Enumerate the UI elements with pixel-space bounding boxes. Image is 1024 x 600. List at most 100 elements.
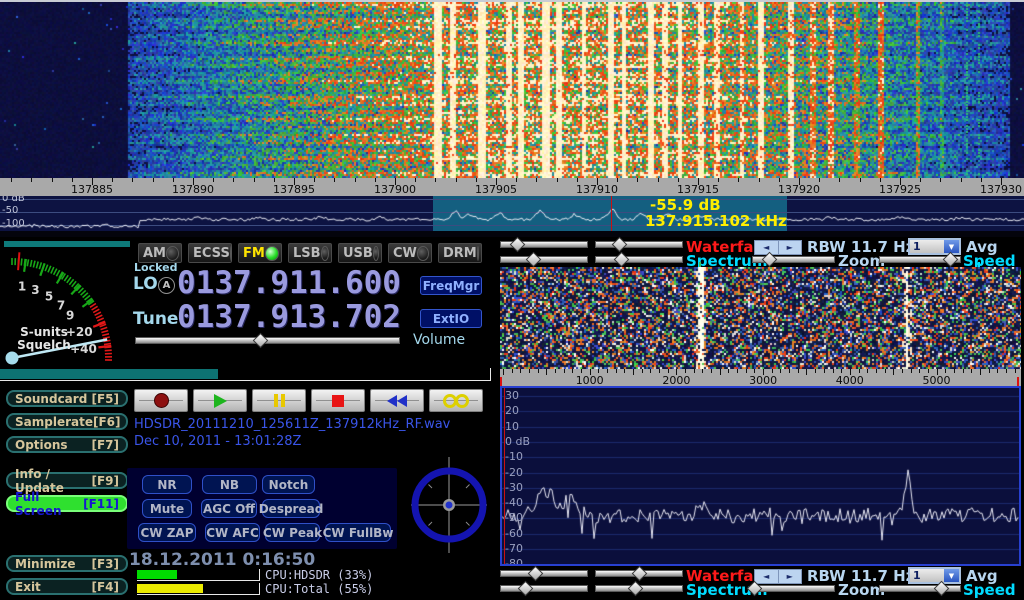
scale-tick	[668, 369, 669, 373]
zoom2-slider[interactable]	[752, 583, 835, 594]
mode-ecss-button[interactable]: ECSS	[187, 242, 233, 264]
stop-button[interactable]	[311, 389, 365, 412]
wav-filename: HDSDR_20111210_125611Z_137912kHz_RF.wav	[134, 417, 450, 432]
lo-auto-badge[interactable]: A	[158, 277, 175, 294]
zoom-slider[interactable]	[752, 254, 835, 265]
mode-usb-button[interactable]: USB	[337, 242, 383, 264]
scale-tick	[989, 369, 990, 373]
tune-frequency-display[interactable]: 0137.913.702	[177, 302, 401, 333]
record-button[interactable]	[134, 389, 188, 412]
lo-frequency-display[interactable]: 0137.911.600	[177, 268, 401, 299]
waterfall-brightness-slider[interactable]	[500, 239, 588, 250]
scale-tick	[314, 178, 315, 182]
main-frequency-scale[interactable]: 1378851378901378951379001379051379101379…	[0, 178, 1024, 196]
button-label: Exit	[15, 580, 41, 594]
extio-button[interactable]: ExtIO	[420, 309, 482, 328]
audio-waterfall-display[interactable]	[500, 267, 1021, 369]
scale-tick	[954, 369, 955, 373]
scale-tick	[564, 369, 565, 373]
scale-tick	[112, 178, 113, 182]
notch-button[interactable]: Notch	[262, 475, 315, 494]
minimize-button[interactable]: Minimize [F3]	[6, 555, 128, 572]
scale-tick	[616, 369, 617, 373]
scale-tick	[718, 178, 719, 182]
s-meter[interactable]: 13579+20+40S-unitsSquelch	[0, 246, 130, 378]
spectrum-contrast-slider[interactable]	[595, 254, 683, 265]
scale-tick	[839, 178, 840, 182]
waterfall-contrast-slider[interactable]	[595, 239, 683, 250]
lo-label: LO	[133, 274, 158, 294]
avg2-select[interactable]: 1 ▼	[908, 567, 961, 584]
svg-text:7: 7	[57, 298, 65, 312]
scale-tick	[841, 369, 842, 373]
spectrum2-contrast-slider[interactable]	[595, 583, 683, 594]
scale-tick	[536, 178, 537, 182]
scale-tick	[572, 369, 573, 373]
scale-tick	[233, 178, 234, 182]
play-button[interactable]	[193, 389, 247, 412]
spinner-right-arrow-icon[interactable]: ►	[778, 570, 802, 583]
scale-tick	[728, 369, 729, 373]
soundcard-button[interactable]: Soundcard [F5]	[6, 390, 128, 407]
audio-spectrum-display[interactable]: 3020100 dB-10-20-30-40-50-60-70-80	[500, 386, 1021, 566]
spinner-right-arrow-icon[interactable]: ►	[778, 241, 802, 254]
scale-tick	[911, 369, 912, 373]
scale-tick	[779, 178, 780, 182]
nr-button[interactable]: NR	[142, 475, 192, 494]
rewind-button[interactable]	[370, 389, 424, 412]
cw-peak-button[interactable]: CW Peak	[265, 523, 320, 542]
scale-tick	[546, 369, 547, 375]
svg-text:3: 3	[31, 283, 39, 297]
volume-slider[interactable]	[135, 335, 400, 346]
spectrum-brightness-slider[interactable]	[500, 254, 588, 265]
avg-select[interactable]: 1 ▼	[908, 238, 961, 255]
info-update-button[interactable]: Info / Update [F9]	[6, 472, 128, 489]
pause-button[interactable]	[252, 389, 306, 412]
cw-afc-button[interactable]: CW AFC	[205, 523, 260, 542]
audio-spectrum-canvas	[502, 388, 1019, 564]
scale-tick	[711, 369, 712, 373]
scale-tick	[815, 369, 816, 373]
speed-slider[interactable]	[879, 254, 961, 265]
scale-tick	[557, 178, 558, 182]
cw-zap-button[interactable]: CW ZAP	[138, 523, 196, 542]
scale-tick	[274, 178, 275, 182]
mute-button[interactable]: Mute	[142, 499, 192, 518]
phase-indicator: Phase 0	[409, 455, 489, 555]
scale-tick	[617, 178, 618, 182]
level-bar[interactable]	[0, 368, 491, 381]
scale-tick	[213, 178, 214, 182]
waterfall2-brightness-slider[interactable]	[500, 568, 588, 579]
scale-tick-label: 137915	[677, 183, 719, 196]
samplerate-button[interactable]: Samplerate [F6]	[6, 413, 128, 430]
agc-button[interactable]: AGC Off	[201, 499, 257, 518]
nb-button[interactable]: NB	[202, 475, 257, 494]
scale-tick	[940, 178, 941, 182]
mode-drm-button[interactable]: DRM	[437, 242, 483, 264]
main-spectrum-strip[interactable]: -55.9 dB 137.915.102 kHz 0 dB-50-100	[0, 196, 1024, 231]
slider-thumb[interactable]	[252, 333, 268, 349]
scale-tick-label: 137885	[71, 183, 113, 196]
speed2-slider[interactable]	[879, 583, 961, 594]
freqmgr-button[interactable]: FreqMgr	[420, 276, 482, 295]
waterfall2-contrast-slider[interactable]	[595, 568, 683, 579]
exit-button[interactable]: Exit [F4]	[6, 578, 128, 595]
chevron-down-icon[interactable]: ▼	[944, 240, 959, 253]
mode-cw-button[interactable]: CW	[387, 242, 433, 264]
loop-button[interactable]	[429, 389, 483, 412]
full-screen-button[interactable]: Full Screen [F11]	[6, 495, 128, 512]
despread-button[interactable]: Despread	[262, 499, 320, 518]
mode-fm-button[interactable]: FM	[237, 242, 283, 264]
scale-tick	[824, 369, 825, 373]
db-tick-label: 30	[505, 389, 519, 402]
main-waterfall-display[interactable]	[0, 2, 1024, 178]
scale-tick	[702, 369, 703, 373]
spectrum2-brightness-slider[interactable]	[500, 583, 588, 594]
audio-frequency-scale[interactable]: 10002000300040005000	[500, 369, 1021, 386]
options-button[interactable]: Options [F7]	[6, 436, 128, 453]
cw-fullbw-button[interactable]: CW FullBw	[325, 523, 391, 542]
chevron-down-icon[interactable]: ▼	[944, 569, 959, 582]
mode-lsb-button[interactable]: LSB	[287, 242, 333, 264]
scale-tick-label: 4000	[836, 374, 864, 386]
db-tick-label: 0 dB	[505, 435, 530, 448]
